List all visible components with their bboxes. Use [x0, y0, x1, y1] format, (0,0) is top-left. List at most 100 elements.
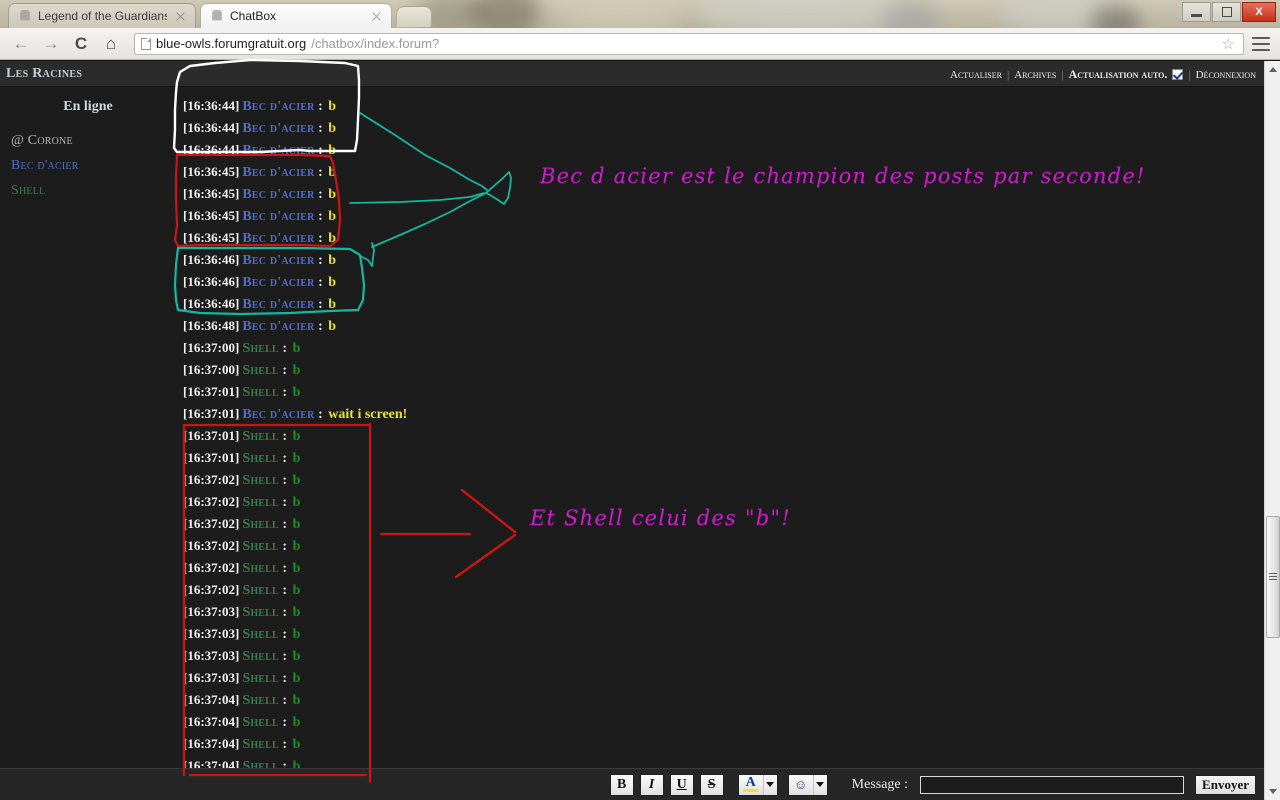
chat-message-row: [16:37:02] Shell : b	[176, 579, 1264, 601]
browser-tab-chatbox[interactable]: ChatBox	[200, 3, 392, 28]
message-author[interactable]: Bec d'acier	[239, 209, 314, 224]
send-button[interactable]: Envoyer	[1195, 774, 1256, 795]
color-swatch	[743, 789, 759, 792]
message-author[interactable]: Shell	[239, 627, 279, 642]
message-author[interactable]: Bec d'acier	[239, 121, 314, 136]
message-author[interactable]: Shell	[239, 605, 279, 620]
scrollbar-grip	[1269, 572, 1277, 582]
wallpaper-blur	[1090, 6, 1140, 28]
chat-message-row: [16:37:04] Shell : b	[176, 689, 1264, 711]
browser-toolbar: ← → C ⌂ blue-owls.forumgratuit.org/chatb…	[0, 28, 1280, 60]
bookmark-star-icon[interactable]: ☆	[1222, 35, 1235, 53]
menu-icon[interactable]	[1252, 36, 1270, 51]
italic-button[interactable]: I	[639, 773, 664, 796]
message-input[interactable]	[920, 775, 1185, 794]
message-text: b	[292, 605, 301, 620]
message-author[interactable]: Bec d'acier	[239, 275, 314, 290]
close-icon[interactable]	[174, 10, 187, 23]
message-author[interactable]: Bec d'acier	[239, 319, 314, 334]
message-author[interactable]: Shell	[239, 759, 279, 768]
message-author[interactable]: Shell	[239, 363, 279, 378]
message-author[interactable]: Bec d'acier	[239, 297, 314, 312]
text-color-picker[interactable]: A	[737, 773, 778, 796]
browser-tab-legend-of-the-guardians[interactable]: Legend of the Guardians	[8, 3, 196, 28]
browser-titlebar: Legend of the Guardians ChatBox X	[0, 0, 1280, 28]
message-author[interactable]: Shell	[239, 737, 279, 752]
close-icon[interactable]	[370, 10, 383, 23]
message-text: b	[328, 187, 337, 202]
message-timestamp: [16:37:04]	[183, 714, 240, 729]
back-icon[interactable]: ←	[10, 33, 32, 55]
close-icon[interactable]: X	[1242, 2, 1276, 22]
message-author[interactable]: Shell	[239, 517, 279, 532]
chatbox-title: Les Racines	[6, 66, 83, 81]
message-author[interactable]: Shell	[239, 671, 279, 686]
address-bar[interactable]: blue-owls.forumgratuit.org/chatbox/index…	[134, 32, 1244, 55]
message-timestamp: [16:37:02]	[183, 472, 240, 487]
chat-message-row: [16:37:04] Shell : b	[176, 711, 1264, 733]
message-colon: :	[278, 583, 291, 598]
home-icon[interactable]: ⌂	[100, 33, 122, 55]
message-timestamp: [16:37:01]	[183, 450, 240, 465]
page-scrollbar[interactable]	[1264, 61, 1280, 800]
chatbox-header: Les Racines Actualiser | Archives | Actu…	[0, 61, 1264, 87]
refresh-link[interactable]: Actualiser	[950, 69, 1002, 81]
message-timestamp: [16:37:04]	[183, 758, 240, 768]
forward-icon[interactable]: →	[40, 33, 62, 55]
message-author[interactable]: Shell	[239, 693, 279, 708]
message-text: b	[292, 649, 301, 664]
message-author[interactable]: Bec d'acier	[239, 253, 314, 268]
reload-icon[interactable]: C	[70, 33, 92, 55]
archives-link[interactable]: Archives	[1014, 69, 1056, 81]
logout-link[interactable]: Déconnexion	[1196, 69, 1256, 81]
message-timestamp: [16:36:45]	[183, 230, 240, 245]
message-author[interactable]: Shell	[239, 495, 279, 510]
message-author[interactable]: Bec d'acier	[239, 143, 314, 158]
member-bec-dacier[interactable]: Bec d'acier	[0, 158, 176, 174]
separator: |	[1061, 68, 1064, 81]
message-author[interactable]: Shell	[239, 649, 279, 664]
chevron-down-icon[interactable]	[762, 774, 777, 795]
strikethrough-button[interactable]: S	[699, 773, 724, 796]
scroll-down-icon[interactable]	[1265, 783, 1280, 800]
member-shell[interactable]: Shell	[0, 183, 176, 199]
chevron-down-icon[interactable]	[812, 774, 827, 795]
message-author[interactable]: Shell	[239, 341, 279, 356]
message-author[interactable]: Bec d'acier	[239, 231, 314, 246]
chat-message-row: [16:36:46] Bec d'acier : b	[176, 293, 1264, 315]
underline-button[interactable]: U	[669, 773, 694, 796]
message-author[interactable]: Shell	[239, 385, 279, 400]
auto-refresh-checkbox[interactable]	[1172, 69, 1184, 80]
scrollbar-thumb[interactable]	[1266, 516, 1280, 638]
message-author[interactable]: Shell	[239, 473, 279, 488]
message-timestamp: [16:37:04]	[183, 736, 240, 751]
smiley-glyph: ☺	[794, 776, 808, 792]
new-tab-button[interactable]	[395, 6, 433, 27]
message-author[interactable]: Bec d'acier	[239, 165, 314, 180]
maximize-icon[interactable]	[1212, 2, 1241, 22]
member-corone[interactable]: @ Corone	[0, 133, 176, 149]
chat-message-log[interactable]: [16:36:44] Bec d'acier : b [16:36:44] Bec d…	[176, 88, 1264, 768]
bold-button[interactable]: B	[609, 773, 634, 796]
message-text: b	[328, 143, 337, 158]
message-author[interactable]: Shell	[239, 539, 279, 554]
message-author[interactable]: Bec d'acier	[239, 187, 314, 202]
message-author[interactable]: Shell	[239, 561, 279, 576]
message-text: wait i screen!	[328, 407, 408, 422]
message-author[interactable]: Shell	[239, 715, 279, 730]
message-timestamp: [16:36:46]	[183, 274, 240, 289]
message-colon: :	[314, 319, 327, 334]
message-author[interactable]: Bec d'acier	[239, 99, 314, 114]
scroll-up-icon[interactable]	[1265, 61, 1280, 78]
message-author[interactable]: Shell	[239, 583, 279, 598]
message-author[interactable]: Bec d'acier	[239, 407, 314, 422]
chat-message-row: [16:37:03] Shell : b	[176, 601, 1264, 623]
message-colon: :	[314, 99, 327, 114]
minimize-icon[interactable]	[1182, 2, 1211, 22]
chat-message-row: [16:36:45] Bec d'acier : b	[176, 227, 1264, 249]
message-author[interactable]: Shell	[239, 429, 279, 444]
message-colon: :	[278, 385, 291, 400]
emoticon-picker[interactable]: ☺	[787, 773, 828, 796]
message-author[interactable]: Shell	[239, 451, 279, 466]
page-viewport: Les Racines Actualiser | Archives | Actu…	[0, 61, 1280, 800]
